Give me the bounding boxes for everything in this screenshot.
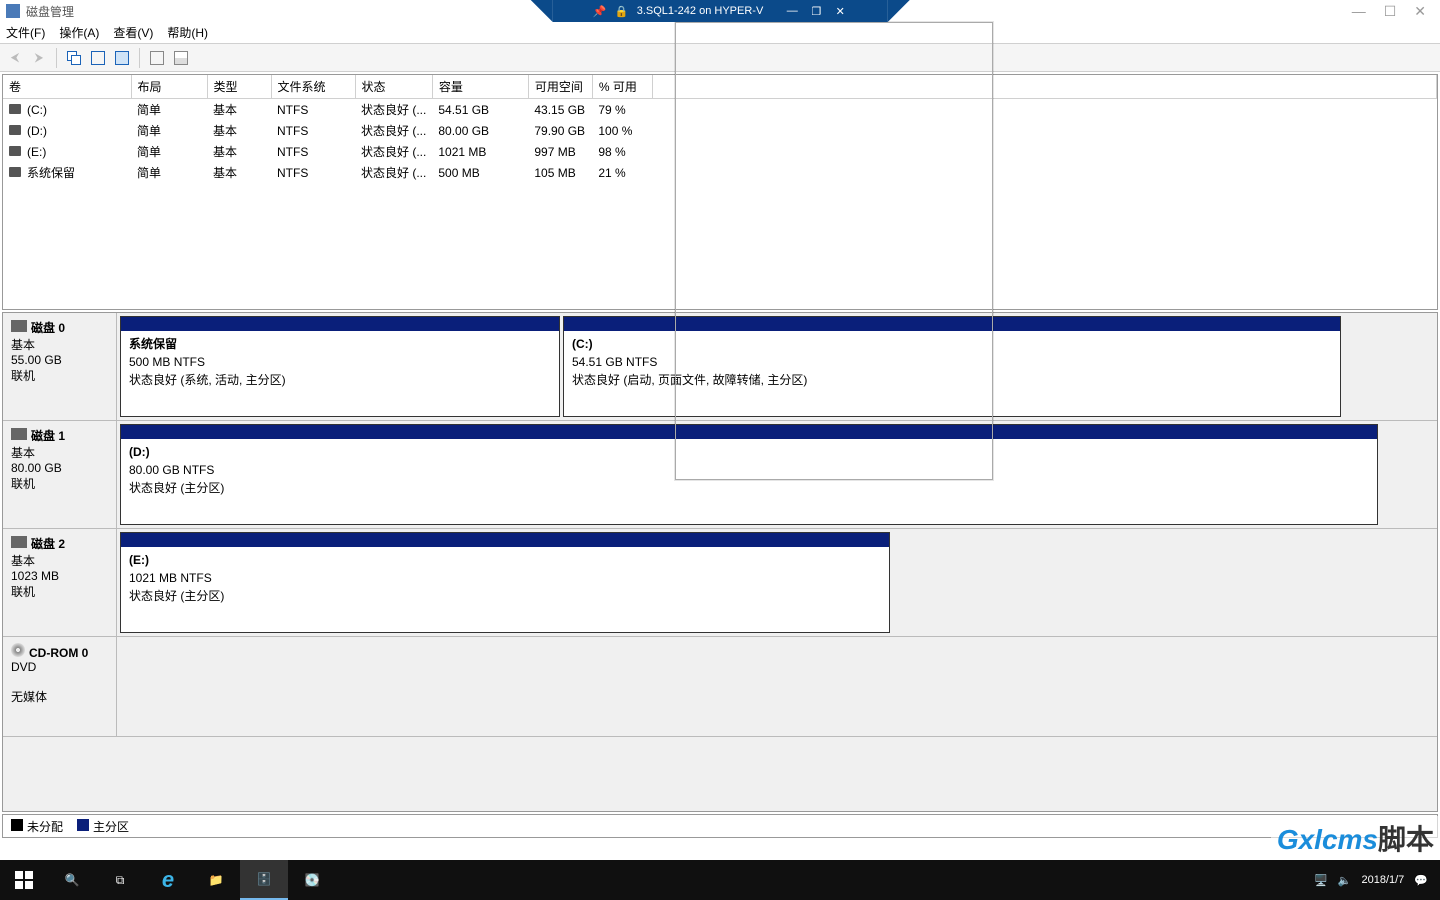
nav-back-button[interactable]: ⮜ bbox=[4, 47, 26, 69]
tray-date: 2018/1/7 bbox=[1361, 874, 1404, 886]
pin-icon[interactable]: 📌 bbox=[593, 4, 607, 18]
legend-primary: 主分区 bbox=[93, 820, 129, 834]
disk-row[interactable]: 磁盘 1基本80.00 GB联机(D:)80.00 GB NTFS状态良好 (主… bbox=[3, 421, 1437, 529]
table-row[interactable]: (D:)简单基本NTFS状态良好 (...80.00 GB79.90 GB100… bbox=[3, 120, 1437, 141]
app-icon bbox=[6, 4, 20, 18]
disk-row[interactable]: 磁盘 0基本55.00 GB联机系统保留500 MB NTFS状态良好 (系统,… bbox=[3, 313, 1437, 421]
partition[interactable]: (E:)1021 MB NTFS状态良好 (主分区) bbox=[120, 532, 890, 633]
network-icon[interactable]: 🖥️ bbox=[1314, 874, 1328, 887]
col-free[interactable]: 可用空间 bbox=[528, 75, 592, 99]
menubar: 文件(F) 操作(A) 查看(V) 帮助(H) bbox=[0, 22, 1440, 44]
col-layout[interactable]: 布局 bbox=[131, 75, 207, 99]
view-toggle-button[interactable] bbox=[63, 47, 85, 69]
col-filesystem[interactable]: 文件系统 bbox=[271, 75, 355, 99]
col-volume[interactable]: 卷 bbox=[3, 75, 131, 99]
legend-unallocated: 未分配 bbox=[27, 820, 63, 834]
disk-header: 磁盘 0基本55.00 GB联机 bbox=[3, 313, 117, 420]
outer-close-icon[interactable]: ✕ bbox=[1414, 3, 1426, 20]
task-view-icon[interactable]: ⧉ bbox=[96, 860, 144, 900]
hyperv-title: 3.SQL1-242 on HYPER-V bbox=[637, 5, 764, 17]
menu-help[interactable]: 帮助(H) bbox=[167, 24, 208, 41]
outer-maximize-icon[interactable]: ☐ bbox=[1384, 3, 1397, 20]
lock-icon[interactable]: 🔒 bbox=[615, 4, 629, 18]
notification-icon[interactable]: 💬 bbox=[1414, 874, 1428, 887]
disk-mgmt-icon[interactable]: 💽 bbox=[288, 860, 336, 900]
outer-minimize-icon[interactable]: — bbox=[1352, 3, 1366, 19]
sound-icon[interactable]: 🔈 bbox=[1338, 874, 1352, 887]
disk-header: 磁盘 1基本80.00 GB联机 bbox=[3, 421, 117, 528]
hv-minimize-icon[interactable]: — bbox=[785, 4, 799, 18]
disk-row[interactable]: CD-ROM 0DVD 无媒体 bbox=[3, 637, 1437, 737]
table-row[interactable]: (E:)简单基本NTFS状态良好 (...1021 MB997 MB98 % bbox=[3, 141, 1437, 162]
taskbar[interactable]: 🔍 ⧉ e 📁 🗄️ 💽 🖥️ 🔈 2018/1/7 💬 bbox=[0, 860, 1440, 900]
col-capacity[interactable]: 容量 bbox=[432, 75, 528, 99]
help-button[interactable] bbox=[111, 47, 133, 69]
disk-header: 磁盘 2基本1023 MB联机 bbox=[3, 529, 117, 636]
system-tray[interactable]: 🖥️ 🔈 2018/1/7 💬 bbox=[1314, 874, 1440, 887]
col-pctfree[interactable]: % 可用 bbox=[592, 75, 652, 99]
search-icon[interactable]: 🔍 bbox=[48, 860, 96, 900]
start-button[interactable] bbox=[0, 860, 48, 900]
list-button[interactable] bbox=[170, 47, 192, 69]
volume-list[interactable]: 卷 布局 类型 文件系统 状态 容量 可用空间 % 可用 (C:)简单基本NTF… bbox=[2, 74, 1438, 310]
nav-forward-button[interactable]: ⮞ bbox=[28, 47, 50, 69]
toolbar: ⮜ ⮞ bbox=[0, 44, 1440, 72]
menu-action[interactable]: 操作(A) bbox=[59, 24, 99, 41]
outer-window-controls: — ☐ ✕ bbox=[1338, 0, 1440, 22]
col-type[interactable]: 类型 bbox=[207, 75, 271, 99]
properties-button[interactable] bbox=[87, 47, 109, 69]
hyperv-connection-bar[interactable]: 📌 🔒 3.SQL1-242 on HYPER-V — ❐ ✕ bbox=[553, 0, 888, 22]
table-row[interactable]: 系统保留简单基本NTFS状态良好 (...500 MB105 MB21 % bbox=[3, 162, 1437, 183]
window-title: 磁盘管理 bbox=[26, 3, 74, 20]
menu-file[interactable]: 文件(F) bbox=[6, 24, 45, 41]
partition[interactable]: 系统保留500 MB NTFS状态良好 (系统, 活动, 主分区) bbox=[120, 316, 560, 417]
settings-button[interactable] bbox=[146, 47, 168, 69]
disk-header: CD-ROM 0DVD 无媒体 bbox=[3, 637, 117, 736]
partition[interactable]: (C:)54.51 GB NTFS状态良好 (启动, 页面文件, 故障转储, 主… bbox=[563, 316, 1341, 417]
legend: 未分配 主分区 bbox=[2, 814, 1438, 838]
disk-graphical-view[interactable]: 磁盘 0基本55.00 GB联机系统保留500 MB NTFS状态良好 (系统,… bbox=[2, 312, 1438, 812]
watermark: Gxlcms脚本 bbox=[1271, 816, 1440, 860]
table-row[interactable]: (C:)简单基本NTFS状态良好 (...54.51 GB43.15 GB79 … bbox=[3, 99, 1437, 121]
server-manager-icon[interactable]: 🗄️ bbox=[240, 860, 288, 900]
explorer-icon[interactable]: 📁 bbox=[192, 860, 240, 900]
col-status[interactable]: 状态 bbox=[355, 75, 432, 99]
ie-icon[interactable]: e bbox=[144, 860, 192, 900]
disk-row[interactable]: 磁盘 2基本1023 MB联机(E:)1021 MB NTFS状态良好 (主分区… bbox=[3, 529, 1437, 637]
hv-restore-icon[interactable]: ❐ bbox=[809, 4, 823, 18]
hv-close-icon[interactable]: ✕ bbox=[833, 4, 847, 18]
menu-view[interactable]: 查看(V) bbox=[113, 24, 153, 41]
partition[interactable]: (D:)80.00 GB NTFS状态良好 (主分区) bbox=[120, 424, 1378, 525]
